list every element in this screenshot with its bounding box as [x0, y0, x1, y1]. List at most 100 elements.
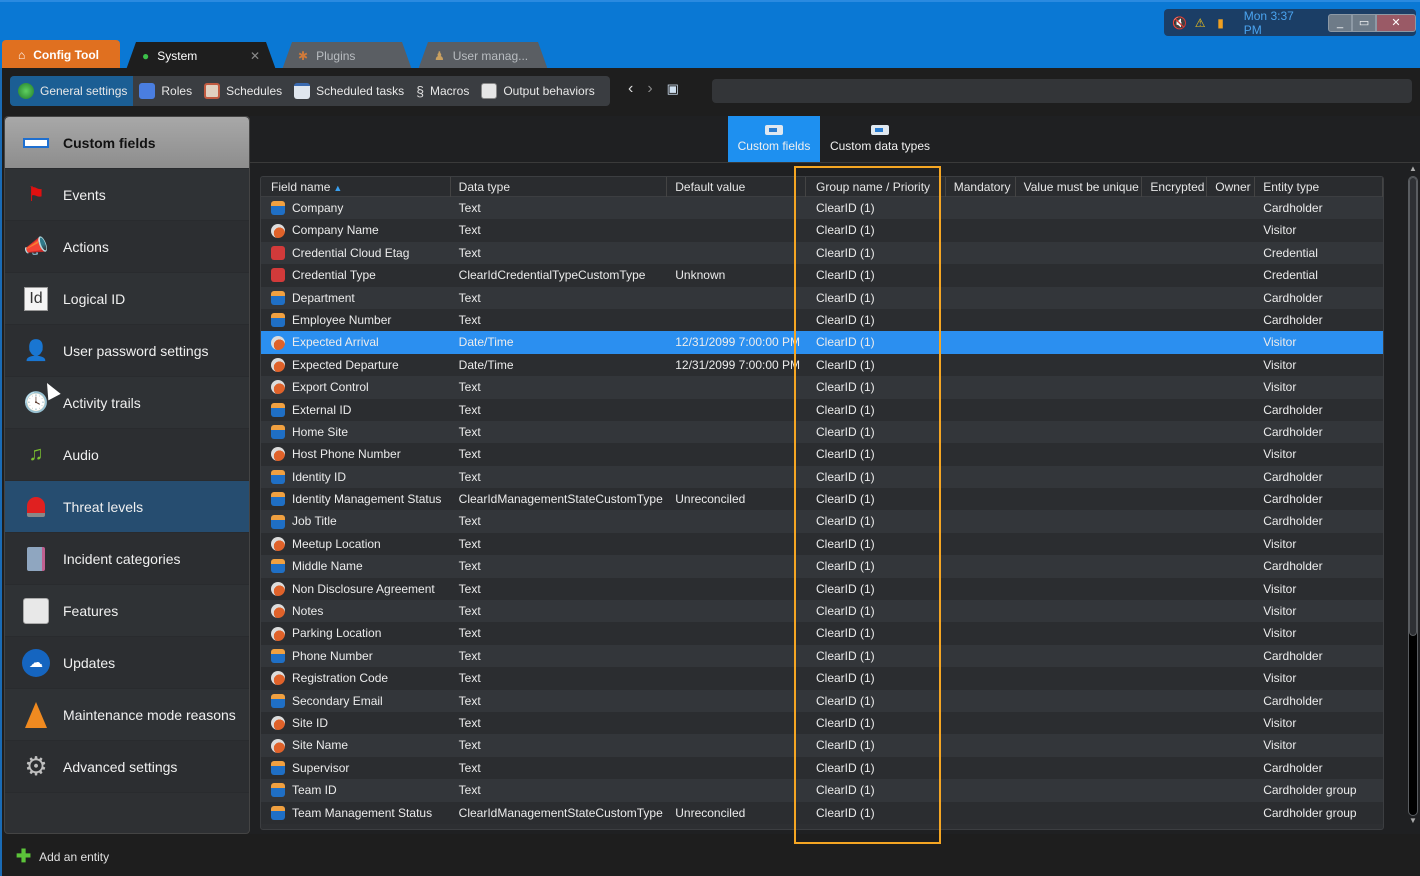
- table-row[interactable]: Home Site Text ClearID (1) Cardholder: [261, 420, 1383, 444]
- table-row[interactable]: Supervisor Text ClearID (1) Cardholder: [261, 756, 1383, 780]
- table-row[interactable]: Team ID Text ClearID (1) Cardholder group: [261, 779, 1383, 802]
- table-row[interactable]: Department Text ClearID (1) Cardholder: [261, 286, 1383, 309]
- scroll-up-icon[interactable]: ▲: [1406, 164, 1420, 176]
- toolbar-scheduled-tasks[interactable]: Scheduled tasks: [288, 76, 410, 106]
- default-value-cell: [667, 533, 806, 555]
- maximize-button[interactable]: ▭: [1352, 13, 1377, 32]
- tab-custom-data-types[interactable]: Custom data types: [820, 116, 940, 162]
- column-header-field-name[interactable]: Field name ▲: [261, 177, 451, 197]
- column-header-default-value[interactable]: Default value: [667, 177, 806, 197]
- sidebar-item-features[interactable]: Features: [5, 585, 249, 637]
- sidebar-item-label: Actions: [63, 238, 109, 255]
- mandatory-cell: [946, 578, 1016, 600]
- network-warning-icon[interactable]: ⚠: [1193, 15, 1207, 31]
- column-header-group-name-priority[interactable]: Group name / Priority: [806, 177, 946, 197]
- data-type-cell: Date/Time: [458, 357, 514, 372]
- sidebar-item-events[interactable]: ⚑ Events: [5, 169, 249, 221]
- minimize-button[interactable]: _: [1328, 13, 1353, 32]
- close-button[interactable]: ✕: [1376, 13, 1417, 32]
- sidebar-item-maintenance-mode-reasons[interactable]: Maintenance mode reasons: [5, 689, 249, 741]
- column-header-owner[interactable]: Owner: [1207, 177, 1256, 197]
- column-header-value-must-be-unique[interactable]: Value must be unique: [1016, 177, 1143, 197]
- sidebar-item-audio[interactable]: ♫ Audio: [5, 429, 249, 481]
- toolbar-schedules[interactable]: Schedules: [198, 76, 288, 106]
- battery-icon[interactable]: ▮: [1213, 15, 1227, 31]
- field-name-cell: Employee Number: [261, 309, 451, 331]
- table-row[interactable]: Team Management Status ClearIdManagementS…: [261, 801, 1383, 824]
- table-row[interactable]: Identity Management Status ClearIdManagem…: [261, 488, 1383, 511]
- sidebar-item-advanced-settings[interactable]: ⚙ Advanced settings: [5, 741, 249, 793]
- scroll-track[interactable]: [1408, 176, 1418, 816]
- column-header-encrypted[interactable]: Encrypted: [1142, 177, 1208, 197]
- sidebar-item-threat-levels[interactable]: Threat levels: [5, 481, 249, 533]
- column-header-entity-type[interactable]: Entity type: [1255, 177, 1383, 197]
- field-name: Middle Name: [292, 559, 363, 574]
- table-row[interactable]: Site Name Text ClearID (1) Visitor: [261, 734, 1383, 757]
- tab-user-management[interactable]: ♟ User manag...: [418, 42, 548, 70]
- data-type-cell: Text: [458, 312, 481, 327]
- field-name-cell: Parking Location: [261, 622, 451, 644]
- tab-config-tool[interactable]: ⌂ Config Tool: [2, 40, 120, 70]
- table-row[interactable]: Credential Type ClearIdCredentialTypeCust…: [261, 264, 1383, 287]
- cardholder-icon: [271, 693, 285, 708]
- forward-button[interactable]: ›: [647, 80, 652, 98]
- add-entity-button[interactable]: ✚ Add an entity: [16, 846, 109, 867]
- tab-system[interactable]: ● System ✕: [126, 42, 276, 70]
- table-row[interactable]: Middle Name Text ClearID (1) Cardholder: [261, 555, 1383, 578]
- table-row[interactable]: Registration Code Text ClearID (1) Visitor: [261, 667, 1383, 690]
- table-row[interactable]: Host Phone Number Text ClearID (1) Visitor: [261, 443, 1383, 466]
- tab-custom-fields[interactable]: Custom fields: [728, 116, 820, 162]
- table-row[interactable]: Company Text ClearID (1) Cardholder: [261, 197, 1383, 220]
- sidebar-item-custom-fields[interactable]: Custom fields: [5, 117, 249, 169]
- owner-cell: [1207, 757, 1255, 779]
- scroll-thumb[interactable]: [1409, 177, 1417, 637]
- sidebar-item-logical-id[interactable]: Id Logical ID: [5, 273, 249, 325]
- data-type-cell: Text: [458, 536, 481, 551]
- unique-cell: [1016, 622, 1143, 644]
- toolbar-roles[interactable]: Roles: [133, 76, 198, 106]
- speaker-muted-icon[interactable]: 🔇: [1172, 15, 1187, 31]
- table-row[interactable]: Employee Number Text ClearID (1) Cardholder: [261, 308, 1383, 332]
- encrypted-cell: [1142, 354, 1207, 376]
- field-name: Team Management Status: [292, 805, 433, 820]
- table-row[interactable]: Credential Cloud Etag Text ClearID (1) Cred…: [261, 241, 1383, 265]
- pin-icon[interactable]: ▣: [667, 81, 679, 97]
- table-row[interactable]: Expected Departure Date/Time 12/31/2099 7:…: [261, 353, 1383, 377]
- table-row[interactable]: Non Disclosure Agreement Text ClearID (1) V…: [261, 577, 1383, 601]
- field-name: Non Disclosure Agreement: [292, 581, 435, 596]
- back-button[interactable]: ‹: [628, 80, 633, 98]
- table-row[interactable]: Parking Location Text ClearID (1) Visitor: [261, 622, 1383, 645]
- vertical-scrollbar[interactable]: ▲ ▼: [1406, 164, 1420, 834]
- toolbar-output-behaviors[interactable]: Output behaviors: [475, 76, 600, 106]
- table-row[interactable]: Notes Text ClearID (1) Visitor: [261, 600, 1383, 623]
- table-row[interactable]: Phone Number Text ClearID (1) Cardholder: [261, 644, 1383, 668]
- encrypted-cell: [1142, 578, 1207, 600]
- scroll-down-icon[interactable]: ▼: [1406, 816, 1420, 828]
- table-row[interactable]: Site ID Text ClearID (1) Visitor: [261, 711, 1383, 735]
- column-header-data-type[interactable]: Data type: [451, 177, 668, 197]
- mandatory-cell: [946, 690, 1016, 712]
- sidebar-item-updates[interactable]: ☁ Updates: [5, 637, 249, 689]
- toolbar-general-settings[interactable]: General settings: [10, 76, 134, 106]
- view-tabs: Custom fields Custom data types: [728, 116, 940, 162]
- table-row[interactable]: Identity ID Text ClearID (1) Cardholder: [261, 465, 1383, 489]
- table-row[interactable]: Job Title Text ClearID (1) Cardholder: [261, 510, 1383, 533]
- encrypted-cell: [1142, 600, 1207, 622]
- sidebar-item-actions[interactable]: 📣 Actions: [5, 221, 249, 273]
- table-row[interactable]: Export Control Text ClearID (1) Visitor: [261, 376, 1383, 399]
- address-bar[interactable]: [712, 79, 1412, 103]
- table-row[interactable]: Company Name Text ClearID (1) Visitor: [261, 219, 1383, 242]
- table-row[interactable]: Meetup Location Text ClearID (1) Visitor: [261, 532, 1383, 556]
- table-row[interactable]: Expected Arrival Date/Time 12/31/2099 7:00…: [261, 331, 1383, 354]
- close-tab-icon[interactable]: ✕: [250, 49, 260, 63]
- column-header-mandatory[interactable]: Mandatory: [946, 177, 1016, 197]
- field-name: External ID: [292, 402, 352, 417]
- table-row[interactable]: Secondary Email Text ClearID (1) Cardholder: [261, 689, 1383, 712]
- group-name-cell: ClearID (1): [816, 715, 875, 730]
- table-row[interactable]: External ID Text ClearID (1) Cardholder: [261, 398, 1383, 421]
- sidebar-item-incident-categories[interactable]: Incident categories: [5, 533, 249, 585]
- sidebar-item-user-password-settings[interactable]: 👤 User password settings: [5, 325, 249, 377]
- tab-plugins[interactable]: ✱ Plugins: [282, 42, 412, 70]
- toolbar-macros[interactable]: § Macros: [410, 76, 475, 106]
- default-value-cell: Unknown: [675, 268, 726, 283]
